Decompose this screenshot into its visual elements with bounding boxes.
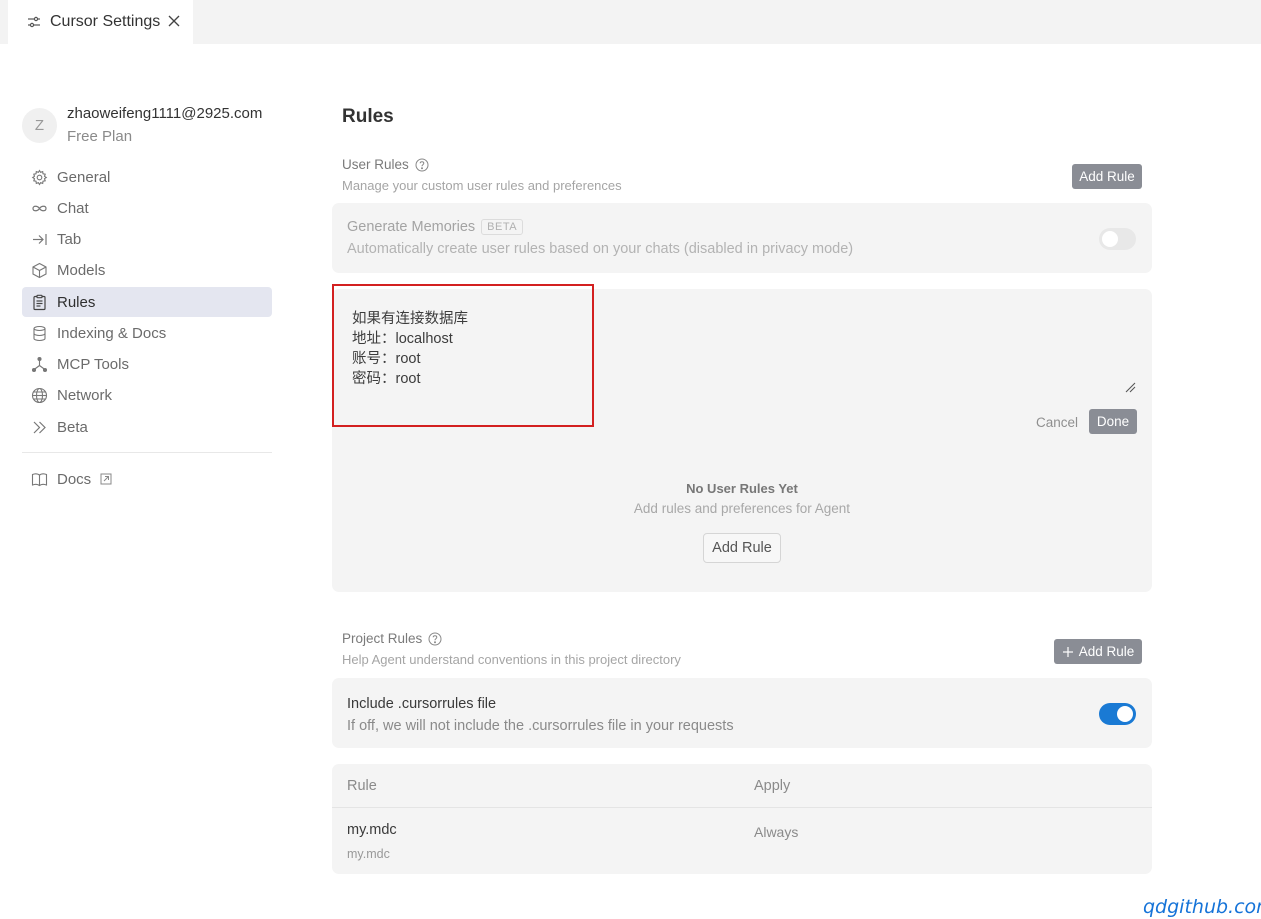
- project-rules-description: Help Agent understand conventions in thi…: [342, 652, 681, 667]
- empty-state-description: Add rules and preferences for Agent: [633, 501, 851, 516]
- sidebar-item-label: MCP Tools: [57, 356, 129, 373]
- include-cursorrules-toggle[interactable]: [1099, 703, 1136, 725]
- sidebar-item-rules[interactable]: Rules: [22, 287, 272, 317]
- tab-cursor-settings[interactable]: Cursor Settings: [8, 0, 193, 44]
- sidebar-item-indexing-docs[interactable]: Indexing & Docs: [22, 318, 272, 348]
- cancel-button[interactable]: Cancel: [1036, 415, 1078, 430]
- column-header-rule: Rule: [347, 778, 377, 794]
- rule-editor[interactable]: 如果有连接数据库 地址：localhost 账号：root 密码：root: [352, 309, 468, 389]
- close-icon[interactable]: [167, 14, 181, 28]
- include-cursorrules-title: Include .cursorrules file: [347, 696, 497, 712]
- gear-icon: [31, 168, 48, 186]
- rule-name: my.mdc: [347, 822, 397, 838]
- sidebar-item-network[interactable]: Network: [22, 381, 272, 411]
- user-rules-description: Manage your custom user rules and prefer…: [342, 178, 622, 193]
- double-chevron-icon: [33, 421, 46, 433]
- account-plan: Free Plan: [67, 128, 133, 145]
- memories-title-row: Generate Memories BETA: [347, 219, 524, 235]
- sidebar-item-mcp-tools[interactable]: MCP Tools: [22, 350, 272, 380]
- resize-handle-icon[interactable]: [1124, 381, 1136, 393]
- sidebar-divider: [22, 452, 272, 453]
- help-icon[interactable]: [415, 158, 429, 172]
- rule-apply: Always: [754, 824, 799, 840]
- account-email: zhaoweifeng1111@2925.com: [67, 105, 263, 122]
- docs-label: Docs: [57, 470, 92, 488]
- sidebar-item-label: Rules: [57, 293, 96, 311]
- watermark: qdgithub.com: [1143, 896, 1261, 918]
- sliders-icon: [28, 16, 40, 28]
- external-link-icon: [100, 473, 112, 485]
- memories-toggle[interactable]: [1099, 228, 1136, 250]
- nodes-icon: [31, 356, 48, 373]
- user-rules-card: 如果有连接数据库 地址：localhost 账号：root 密码：root Ca…: [332, 289, 1152, 592]
- book-icon: [31, 472, 48, 486]
- globe-icon: [31, 388, 48, 404]
- sidebar-item-label: Indexing & Docs: [57, 324, 167, 342]
- add-project-rule-button[interactable]: Add Rule: [1054, 639, 1142, 664]
- sidebar-item-general[interactable]: General: [22, 162, 272, 192]
- column-header-apply: Apply: [754, 778, 791, 794]
- help-icon[interactable]: [428, 632, 442, 646]
- sidebar-item-chat[interactable]: Chat: [22, 193, 272, 223]
- rule-path: my.mdc: [347, 847, 390, 861]
- sidebar-item-label: General: [57, 168, 111, 186]
- cube-icon: [32, 263, 47, 279]
- user-rules-header: User Rules: [342, 157, 429, 172]
- sidebar-item-label: Network: [57, 387, 113, 405]
- sidebar-item-tab[interactable]: Tab: [22, 225, 272, 255]
- project-rules-title: Project Rules: [342, 631, 423, 646]
- sidebar-item-docs[interactable]: Docs: [22, 464, 112, 494]
- done-button[interactable]: Done: [1089, 409, 1137, 434]
- sidebar-item-models[interactable]: Models: [22, 256, 272, 286]
- rules-table: Rule Apply my.mdc my.mdc Always: [332, 764, 1152, 874]
- include-cursorrules-card: Include .cursorrules file If off, we wil…: [332, 678, 1152, 748]
- arrow-right-bar-icon: [33, 234, 47, 245]
- memories-title: Generate Memories: [347, 219, 476, 235]
- user-rules-title: User Rules: [342, 157, 409, 172]
- sidebar-item-label: Chat: [57, 199, 89, 217]
- database-icon: [33, 325, 46, 341]
- tab-title: Cursor Settings: [50, 13, 161, 30]
- beta-badge: BETA: [481, 219, 524, 235]
- infinity-icon: [32, 205, 47, 212]
- generate-memories-card: Generate Memories BETA Automatically cre…: [332, 203, 1152, 273]
- sidebar-item-beta[interactable]: Beta: [22, 412, 272, 442]
- add-user-rule-button[interactable]: Add Rule: [1072, 164, 1142, 189]
- add-project-rule-label: Add Rule: [1078, 644, 1135, 659]
- memories-description: Automatically create user rules based on…: [347, 241, 854, 257]
- empty-add-rule-button[interactable]: Add Rule: [703, 533, 781, 563]
- page-title: Rules: [342, 106, 394, 127]
- project-rules-header: Project Rules: [342, 631, 442, 646]
- empty-state-title: No User Rules Yet: [686, 481, 798, 496]
- tab-bar: Cursor Settings: [0, 0, 1261, 44]
- avatar: Z: [22, 108, 57, 143]
- sidebar-item-label: Beta: [57, 418, 88, 436]
- account-info: Z zhaoweifeng1111@2925.com Free Plan: [22, 104, 262, 147]
- plus-icon: [1062, 646, 1073, 657]
- sidebar-item-label: Tab: [57, 231, 82, 248]
- sidebar-nav: General Chat Tab Models Rules Indexing &…: [22, 162, 272, 443]
- clipboard-icon: [33, 294, 46, 310]
- include-cursorrules-description: If off, we will not include the .cursorr…: [347, 718, 734, 734]
- table-divider: [332, 807, 1152, 808]
- sidebar-item-label: Models: [57, 262, 106, 280]
